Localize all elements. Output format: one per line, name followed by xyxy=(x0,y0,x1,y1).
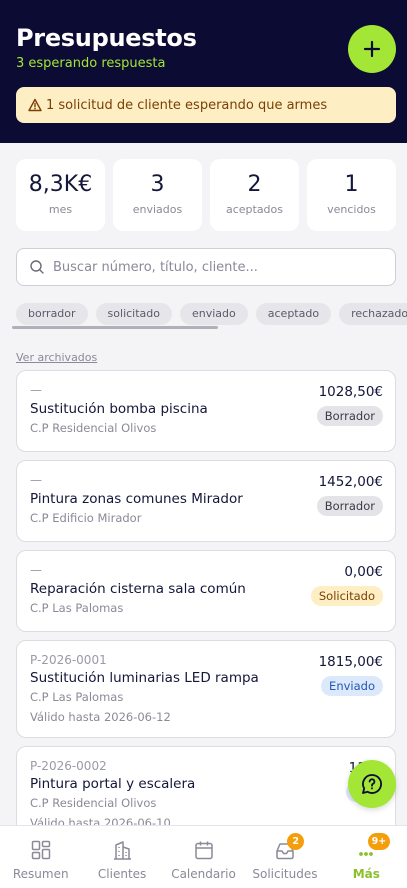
quote-client: C.P Las Palomas xyxy=(30,690,124,704)
stat-value: 2 xyxy=(247,172,262,197)
tab-mas[interactable]: 9+ Más xyxy=(326,826,407,888)
quote-card[interactable]: — Reparación cisterna sala común C.P Las… xyxy=(16,550,396,632)
filter-chip-enviado[interactable]: enviado xyxy=(180,303,248,325)
tab-label: Resumen xyxy=(12,867,69,881)
quote-title: Pintura portal y escalera xyxy=(30,776,196,792)
stat-label: aceptados xyxy=(225,203,284,216)
quote-amount: 1452,00€ xyxy=(318,474,383,490)
plus-icon xyxy=(363,40,381,58)
help-button[interactable] xyxy=(348,760,396,808)
quote-client: C.P Residencial Olivos xyxy=(30,421,157,435)
quote-client: C.P Residencial Olivos xyxy=(30,796,157,810)
quote-number: — xyxy=(30,473,42,487)
quote-title: Pintura zonas comunes Mirador xyxy=(30,491,243,507)
stat-sent[interactable]: 3 enviados xyxy=(113,159,202,231)
add-quote-button[interactable] xyxy=(348,25,396,73)
pending-request-alert[interactable]: 1 solicitud de cliente esperando que arm… xyxy=(16,87,396,123)
tab-label: Clientes xyxy=(97,867,147,881)
quote-client: C.P Las Palomas xyxy=(30,601,124,615)
quote-number: — xyxy=(30,383,42,397)
quote-card[interactable]: — Sustitución bomba piscina C.P Residenc… xyxy=(16,370,396,452)
tab-label: Más xyxy=(352,867,380,881)
stat-label: vencidos xyxy=(327,203,376,216)
stats-row: 8,3K€ mes 3 enviados 2 aceptados 1 venci… xyxy=(16,159,396,231)
status-badge: Borrador xyxy=(316,406,383,426)
quote-title: Sustitución luminarias LED rampa xyxy=(30,670,259,686)
quote-valid-until: Válido hasta 2026-06-12 xyxy=(30,710,171,724)
quote-amount: 1028,50€ xyxy=(318,384,383,400)
solicitudes-count-badge: 2 xyxy=(287,833,305,850)
tab-label: Solicitudes xyxy=(252,867,318,881)
filter-chip-solicitado[interactable]: solicitado xyxy=(95,303,172,325)
tab-resumen[interactable]: Resumen xyxy=(0,826,81,888)
calendar-icon xyxy=(194,841,213,860)
mas-count-badge: 9+ xyxy=(367,833,391,850)
stat-label: mes xyxy=(48,203,73,216)
dashboard-icon xyxy=(31,840,50,860)
horizontal-scrollbar[interactable] xyxy=(12,326,218,329)
quote-title: Reparación cisterna sala común xyxy=(30,581,246,597)
stat-value: 3 xyxy=(150,172,165,197)
quote-number: P-2026-0001 xyxy=(30,653,107,667)
search-icon xyxy=(30,260,44,274)
search-input[interactable] xyxy=(53,259,373,275)
status-badge: Enviado xyxy=(321,676,383,696)
stat-value: 1 xyxy=(344,172,359,197)
tab-solicitudes[interactable]: 2 Solicitudes xyxy=(244,826,325,888)
quote-number: P-2026-0002 xyxy=(30,759,107,773)
archived-link[interactable]: Ver archivados xyxy=(16,351,97,364)
quote-client: C.P Edificio Mirador xyxy=(30,511,142,525)
help-chat-icon xyxy=(362,774,382,794)
page-subtitle: 3 esperando respuesta xyxy=(16,56,166,71)
header: Presupuestos 3 esperando respuesta 1 sol… xyxy=(0,0,407,143)
quote-amount: 1815,00€ xyxy=(318,654,383,670)
page-title: Presupuestos xyxy=(16,24,197,52)
buildings-icon xyxy=(114,841,132,860)
status-badge: Solicitado xyxy=(310,586,383,606)
tab-calendario[interactable]: Calendario xyxy=(163,826,244,888)
tab-label: Calendario xyxy=(171,867,236,881)
stat-expired[interactable]: 1 vencidos xyxy=(307,159,396,231)
search-bar xyxy=(16,248,396,286)
quote-amount: 0,00€ xyxy=(344,564,383,580)
alert-text: 1 solicitud de cliente esperando que arm… xyxy=(46,97,328,113)
tab-clientes[interactable]: Clientes xyxy=(81,826,162,888)
stat-label: enviados xyxy=(132,203,183,216)
stat-month[interactable]: 8,3K€ mes xyxy=(16,159,105,231)
warning-icon xyxy=(28,98,42,112)
filter-chip-borrador[interactable]: borrador xyxy=(16,303,88,325)
stat-value: 8,3K€ xyxy=(28,172,93,197)
bottom-tab-bar: Resumen Clientes Calendario 2 Solicitude… xyxy=(0,825,407,888)
status-badge: Borrador xyxy=(316,496,383,516)
filter-chip-rechazado[interactable]: rechazado xyxy=(339,303,407,325)
quote-title: Sustitución bomba piscina xyxy=(30,401,208,417)
quote-number: — xyxy=(30,563,42,577)
quote-card[interactable]: — Pintura zonas comunes Mirador C.P Edif… xyxy=(16,460,396,542)
quote-card[interactable]: P-2026-0001 Sustitución luminarias LED r… xyxy=(16,640,396,738)
status-filter-chips: borrador solicitado enviado aceptado rec… xyxy=(16,303,407,327)
filter-chip-aceptado[interactable]: aceptado xyxy=(255,303,332,325)
stat-accepted[interactable]: 2 aceptados xyxy=(210,159,299,231)
